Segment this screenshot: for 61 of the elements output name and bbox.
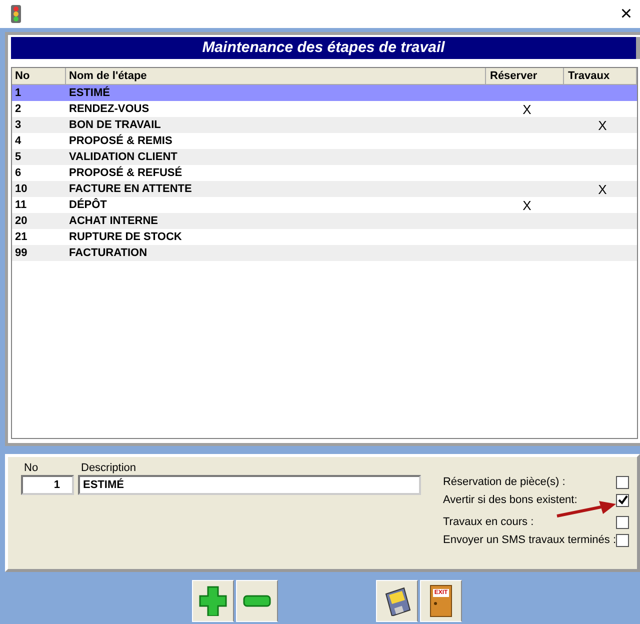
field-label: No <box>23 461 40 475</box>
table-cell-text: 99 <box>14 247 28 259</box>
table-cell-text: 1 <box>14 87 22 99</box>
add-button[interactable] <box>192 580 234 622</box>
table-cell-text: BON DE TRAVAIL <box>68 119 162 131</box>
plus-icon <box>199 586 227 616</box>
table-cell-text: PROPOSÉ & REMIS <box>68 135 174 147</box>
table-row[interactable]: 2 RENDEZ-VOUS X <box>12 101 637 117</box>
table-row[interactable]: 3 BON DE TRAVAIL X <box>12 117 637 133</box>
checkbox[interactable] <box>616 516 629 528</box>
table-cell-text: RUPTURE DE STOCK <box>68 231 183 243</box>
table-cell-text: 10 <box>14 183 28 195</box>
column-header[interactable]: Réserver <box>486 68 564 84</box>
option-label: Avertir si des bons existent: <box>442 494 578 506</box>
table-row[interactable]: 11 DÉPÔT X <box>12 197 637 213</box>
table-cell-text: DÉPÔT <box>68 199 108 211</box>
table-cell-text: ESTIMÉ <box>68 87 111 99</box>
table-cell-text: 2 <box>14 103 22 115</box>
column-header[interactable]: Nom de l'étape <box>66 68 486 84</box>
table-cell-text: ACHAT INTERNE <box>68 215 160 227</box>
option-label: Travaux en cours : <box>442 516 534 528</box>
option-label: Envoyer un SMS travaux terminés : <box>442 534 616 546</box>
option-label: Réservation de pièce(s) : <box>442 476 566 488</box>
table-cell-text: 20 <box>14 215 28 227</box>
table-row[interactable]: 4 PROPOSÉ & REMIS <box>12 133 637 149</box>
table-row[interactable]: 20 ACHAT INTERNE <box>12 213 637 229</box>
checkbox[interactable] <box>616 494 629 506</box>
field-label: Description <box>80 461 138 475</box>
table-cell: X <box>522 102 532 116</box>
column-header[interactable]: Travaux <box>564 68 637 84</box>
table-cell: X <box>598 118 607 132</box>
table-cell-text: 4 <box>14 135 22 147</box>
table-cell: X <box>598 182 607 196</box>
remove-button[interactable] <box>236 580 278 622</box>
traffic-light-icon <box>10 4 22 24</box>
table-row[interactable]: 10 FACTURE EN ATTENTE X <box>12 181 637 197</box>
close-button[interactable]: × <box>620 4 632 24</box>
table-row[interactable]: 1 ESTIMÉ <box>12 85 637 101</box>
table-cell-text: 11 <box>14 199 28 211</box>
table-cell-text: FACTURE EN ATTENTE <box>68 183 193 195</box>
checkbox[interactable] <box>616 476 629 488</box>
table-cell: X <box>522 198 532 212</box>
table-cell-text: 6 <box>14 167 22 179</box>
table-cell-text: FACTURATION <box>68 247 148 259</box>
table-row[interactable]: 6 PROPOSÉ & REFUSÉ <box>12 165 637 181</box>
table-row[interactable]: 99 FACTURATION <box>12 245 637 261</box>
table-cell-text: 21 <box>14 231 28 243</box>
table-row[interactable]: 5 VALIDATION CLIENT <box>12 149 637 165</box>
table-cell-text: RENDEZ-VOUS <box>68 103 150 115</box>
input-field[interactable]: ESTIMÉ <box>78 475 421 495</box>
table-cell-text: VALIDATION CLIENT <box>68 151 178 163</box>
column-header[interactable]: No <box>12 68 66 84</box>
table-cell-text: 3 <box>14 119 22 131</box>
save-button[interactable] <box>376 580 418 622</box>
table-cell-text: 5 <box>14 151 22 163</box>
input-field[interactable]: 1 <box>21 475 74 495</box>
table-cell-text: PROPOSÉ & REFUSÉ <box>68 167 184 179</box>
window-title: Maintenance des étapes de travail <box>11 37 640 59</box>
checkbox[interactable] <box>616 534 629 546</box>
table-row[interactable]: 21 RUPTURE DE STOCK <box>12 229 637 245</box>
minus-icon <box>243 595 271 607</box>
